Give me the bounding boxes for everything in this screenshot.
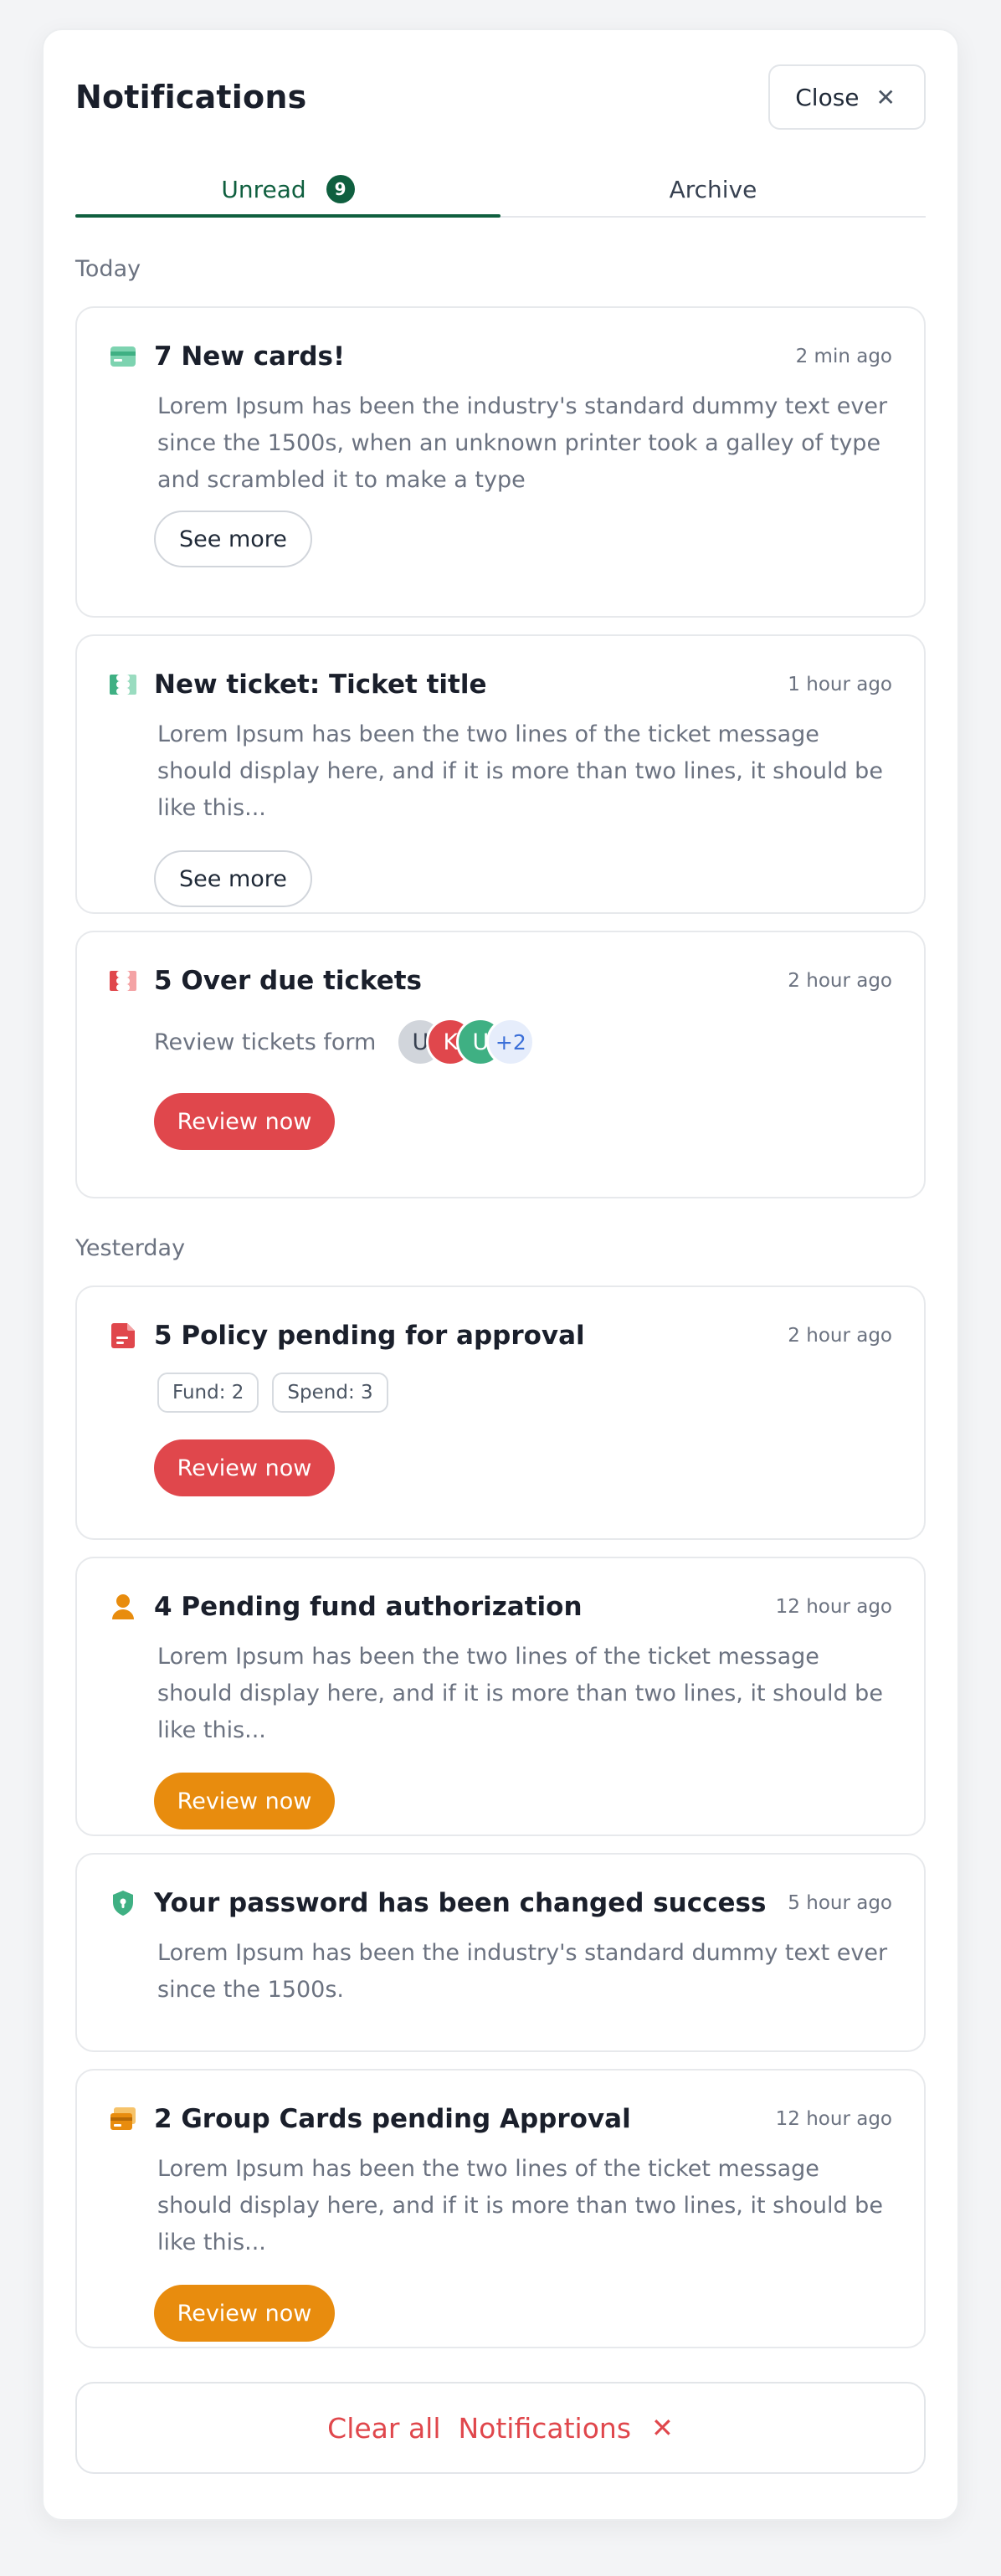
- review-tickets-label: Review tickets form: [154, 1029, 377, 1055]
- tab-archive[interactable]: Archive: [501, 162, 926, 216]
- notification-time: 2 hour ago: [788, 1325, 892, 1347]
- notification-time: 5 hour ago: [788, 1892, 892, 1914]
- close-button-label: Close: [795, 83, 860, 111]
- notification-time: 2 hour ago: [788, 970, 892, 992]
- panel-header: Notifications Close ✕: [75, 64, 926, 131]
- policy-document-icon: [109, 1321, 137, 1350]
- avatar-overflow-count: +2: [486, 1018, 536, 1066]
- notification-time: 1 hour ago: [788, 674, 892, 695]
- review-now-button[interactable]: Review now: [154, 1439, 335, 1496]
- tab-unread-label: Unread: [221, 175, 306, 203]
- avatar-group[interactable]: U K U +2: [396, 1018, 536, 1066]
- see-more-button[interactable]: See more: [154, 850, 312, 907]
- close-icon: ✕: [875, 83, 896, 111]
- user-icon: [109, 1593, 137, 1621]
- tag-spend: Spend: 3: [272, 1373, 388, 1413]
- notification-time: 12 hour ago: [775, 1596, 892, 1618]
- notification-card: 4 Pending fund authorization 12 hour ago…: [75, 1557, 926, 1836]
- notification-message: Lorem Ipsum has been the industry's stan…: [157, 1940, 888, 2003]
- notification-card: 5 Policy pending for approval 2 hour ago…: [75, 1285, 926, 1540]
- notification-title: 4 Pending fund authorization: [154, 1592, 583, 1622]
- review-row: Review tickets form U K U +2: [154, 1018, 892, 1066]
- notification-title: 7 New cards!: [154, 341, 346, 372]
- notification-title: New ticket: Ticket title: [154, 670, 487, 700]
- notification-card: 2 Group Cards pending Approval 12 hour a…: [75, 2069, 926, 2348]
- clear-all-notifications-button[interactable]: Clear all Notifications ✕: [75, 2382, 926, 2474]
- tab-unread[interactable]: Unread 9: [75, 162, 501, 218]
- page-title: Notifications: [75, 79, 307, 115]
- see-more-button[interactable]: See more: [154, 511, 312, 567]
- notification-title: Your password has been changed success: [154, 1888, 767, 1918]
- notification-card: 7 New cards! 2 min ago Lorem Ipsum has b…: [75, 306, 926, 618]
- notification-card: New ticket: Ticket title 1 hour ago Lore…: [75, 634, 926, 914]
- notifications-panel: Notifications Close ✕ Unread 9 Archive T…: [42, 28, 959, 2521]
- overdue-ticket-icon: [109, 967, 137, 995]
- review-now-button[interactable]: Review now: [154, 2285, 335, 2342]
- notification-card: 5 Over due tickets 2 hour ago Review tic…: [75, 931, 926, 1198]
- unread-count-badge: 9: [326, 175, 355, 203]
- review-now-button[interactable]: Review now: [154, 1093, 335, 1150]
- policy-tags: Fund: 2 Spend: 3: [157, 1373, 892, 1413]
- tag-fund: Fund: 2: [157, 1373, 259, 1413]
- credit-card-icon: [109, 342, 137, 371]
- section-label-yesterday: Yesterday: [75, 1235, 186, 1261]
- notification-message: Lorem Ipsum has been the industry's stan…: [157, 393, 888, 493]
- notification-title: 2 Group Cards pending Approval: [154, 2104, 631, 2134]
- notification-time: 2 min ago: [795, 346, 892, 367]
- group-cards-icon: [109, 2105, 137, 2133]
- close-icon: ✕: [651, 2412, 674, 2444]
- notification-card: Your password has been changed success 5…: [75, 1853, 926, 2052]
- notification-title: 5 Over due tickets: [154, 966, 423, 996]
- notification-message: Lorem Ipsum has been the two lines of th…: [157, 721, 883, 821]
- notification-message: Lorem Ipsum has been the two lines of th…: [157, 1644, 883, 1743]
- section-label-today: Today: [75, 256, 141, 282]
- notification-message: Lorem Ipsum has been the two lines of th…: [157, 2156, 883, 2255]
- shield-icon: [109, 1889, 137, 1917]
- close-button[interactable]: Close ✕: [768, 64, 926, 130]
- tab-archive-label: Archive: [669, 175, 757, 203]
- clear-all-label: Clear all Notifications: [327, 2411, 632, 2445]
- ticket-icon: [109, 670, 137, 699]
- notification-time: 12 hour ago: [775, 2108, 892, 2130]
- tab-bar: Unread 9 Archive: [75, 162, 926, 218]
- notification-title: 5 Policy pending for approval: [154, 1321, 585, 1351]
- review-now-button[interactable]: Review now: [154, 1773, 335, 1829]
